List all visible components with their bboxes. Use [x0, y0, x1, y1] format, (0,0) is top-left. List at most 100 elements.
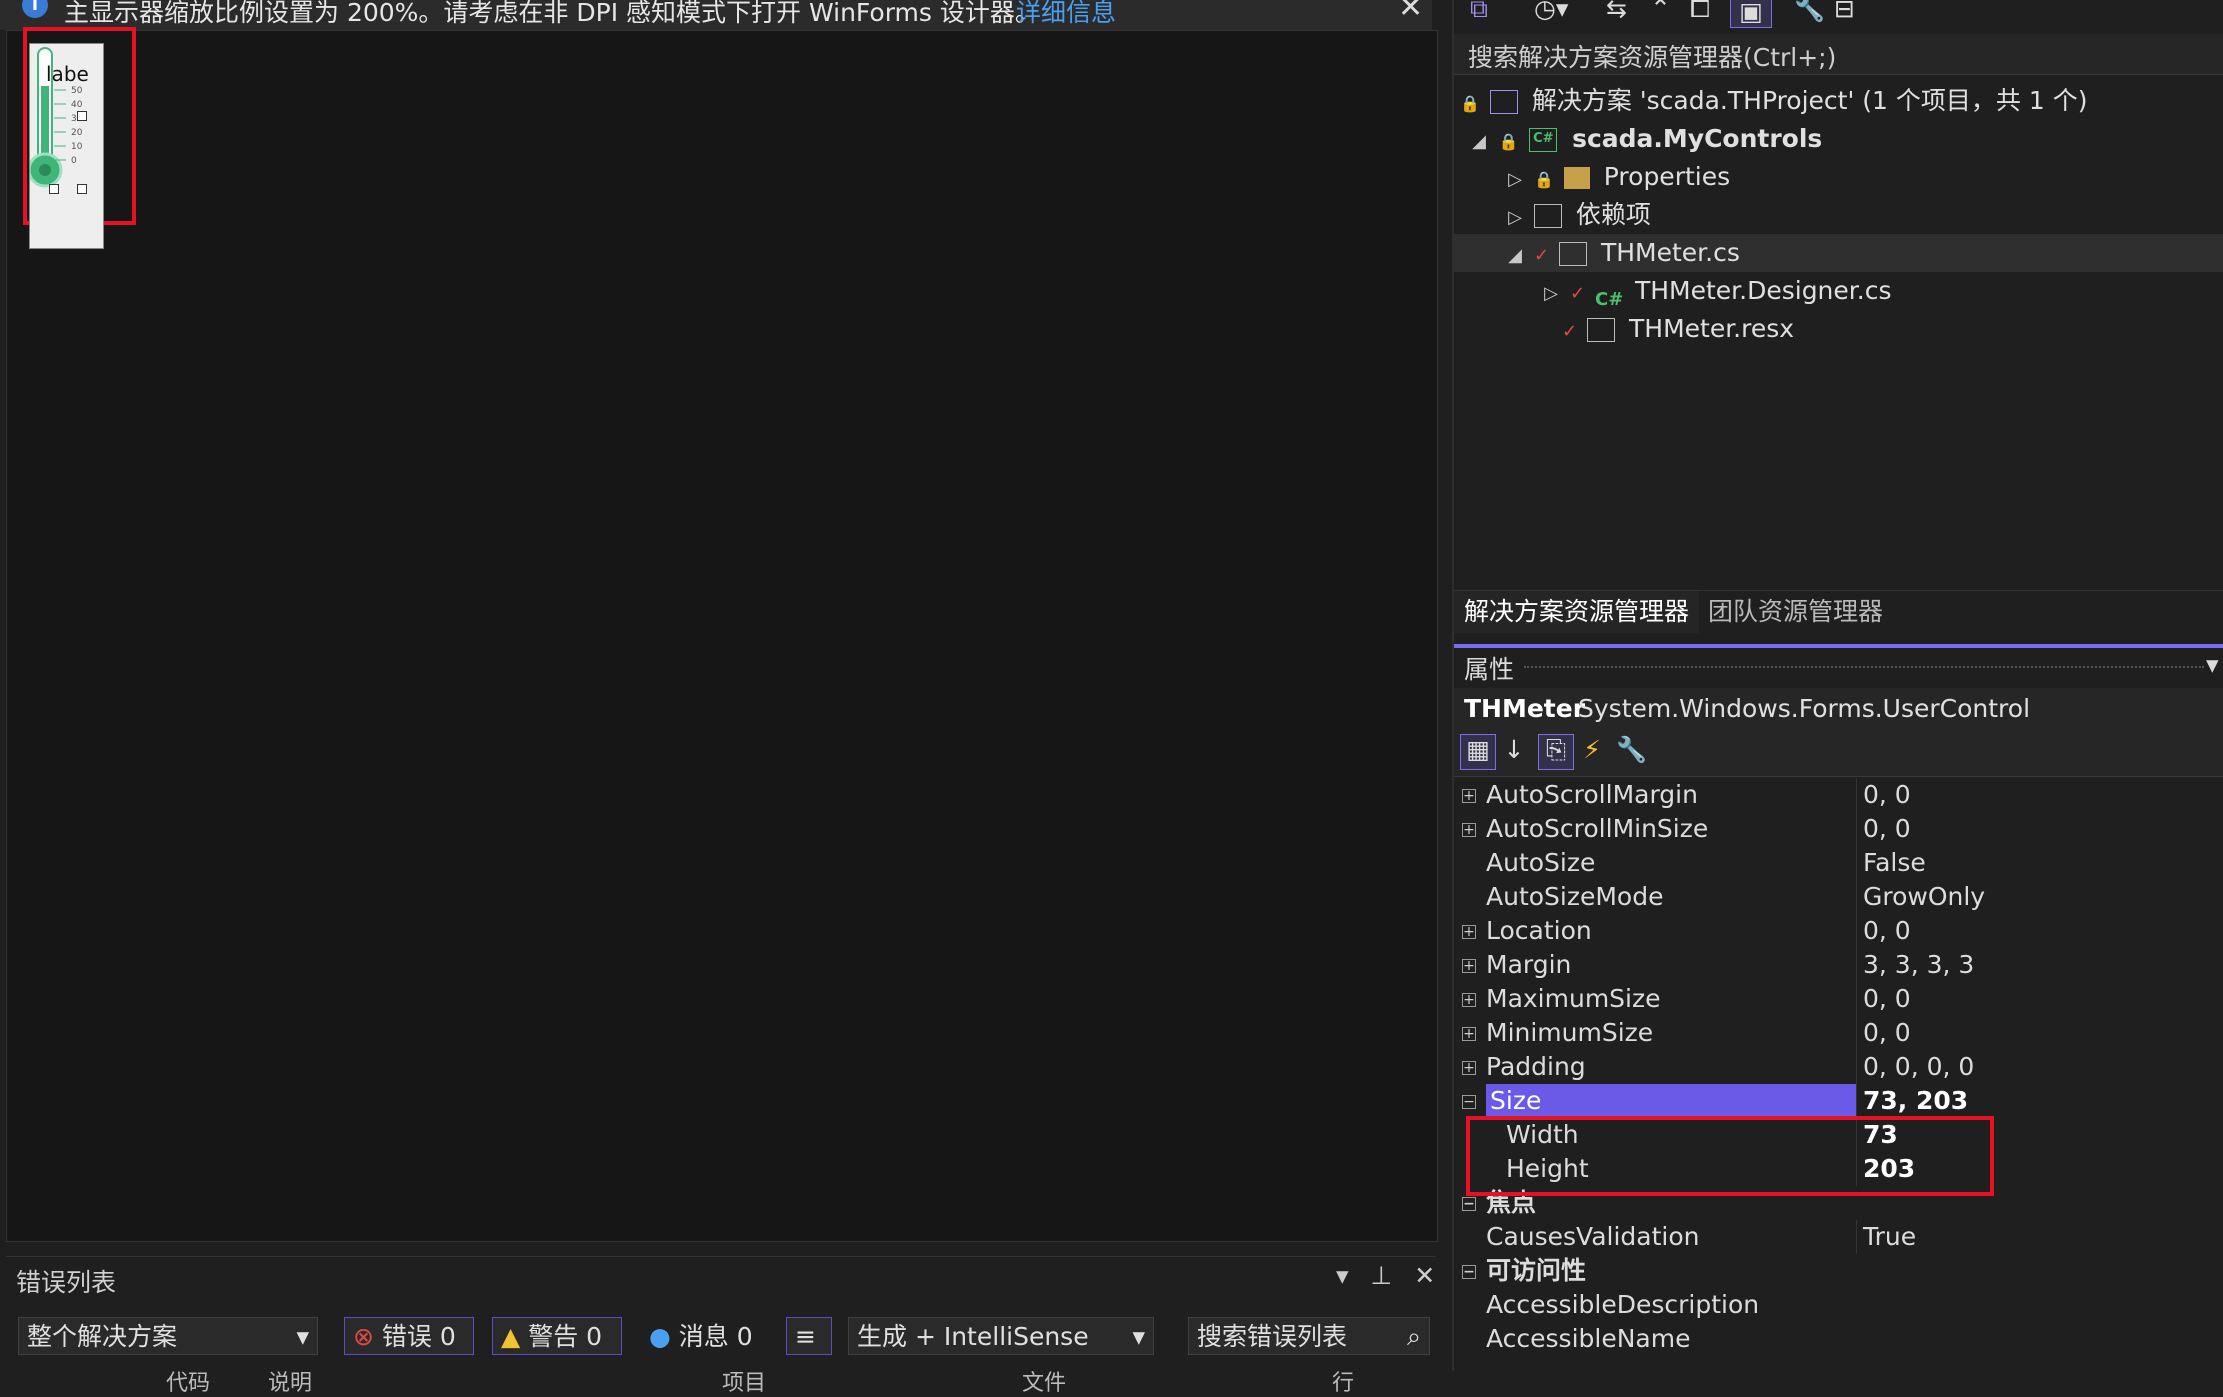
scope-value: 整个解决方案: [27, 1322, 178, 1351]
column-header-project[interactable]: 项目: [722, 1365, 766, 1397]
alphabetical-icon[interactable]: ↓: [1496, 734, 1532, 770]
object-selector[interactable]: THMeter System.Windows.Forms.UserControl: [1454, 688, 2223, 730]
chevron-down-icon[interactable]: ▾: [2206, 650, 2219, 679]
resize-handle-bottom[interactable]: [49, 184, 59, 194]
copy-icon[interactable]: ⧠: [1690, 0, 1710, 24]
expanded-arrow-icon[interactable]: ◢: [1504, 237, 1526, 275]
property-pages-icon[interactable]: 🔧: [1614, 734, 1650, 770]
property-value[interactable]: 0, 0: [1856, 1016, 1911, 1050]
dropdown-icon[interactable]: ▾: [1336, 1261, 1349, 1290]
control-label: labe: [46, 62, 89, 86]
expand-icon[interactable]: +: [1462, 993, 1476, 1007]
solution-search-input[interactable]: 搜索解决方案资源管理器(Ctrl+;): [1454, 34, 2223, 75]
property-value[interactable]: 0, 0, 0, 0: [1856, 1050, 1974, 1084]
property-value[interactable]: 0, 0: [1856, 812, 1911, 846]
property-row[interactable]: CausesValidation True: [1454, 1220, 2223, 1254]
designer-surface[interactable]: labe 50 40 30 20 10 0: [6, 27, 1438, 1242]
property-row[interactable]: + Margin 3, 3, 3, 3: [1454, 948, 2223, 982]
header-grip[interactable]: [1524, 666, 2204, 668]
filter-icon[interactable]: ≡: [786, 1317, 832, 1355]
preview-icon[interactable]: ⊟: [1834, 0, 1855, 23]
tree-item-properties[interactable]: ▷ 🔒 Properties: [1454, 158, 2223, 196]
errors-filter-button[interactable]: ⊗ 错误 0: [344, 1317, 474, 1355]
collapse-icon[interactable]: −: [1462, 1265, 1476, 1279]
property-row[interactable]: + Location 0, 0: [1454, 914, 2223, 948]
expand-icon[interactable]: +: [1462, 925, 1476, 939]
collapsed-arrow-icon[interactable]: ▷: [1504, 199, 1526, 237]
property-row-selected[interactable]: − Size 73, 203: [1454, 1084, 2223, 1118]
collapse-icon[interactable]: −: [1462, 1197, 1476, 1211]
info-message: 主显示器缩放比例设置为 200%。请考虑在非 DPI 感知模式下打开 WinFo…: [64, 0, 1040, 27]
categorized-icon[interactable]: ▦: [1460, 734, 1496, 770]
pin-icon[interactable]: ⊥: [1371, 1261, 1393, 1290]
lock-icon: 🔒: [1533, 170, 1554, 189]
build-filter-dropdown[interactable]: 生成 + IntelliSense ▾: [848, 1317, 1154, 1355]
property-value[interactable]: True: [1856, 1220, 1916, 1254]
property-row[interactable]: + Padding 0, 0, 0, 0: [1454, 1050, 2223, 1084]
show-all-icon[interactable]: ▣: [1730, 0, 1772, 28]
property-row[interactable]: + MinimumSize 0, 0: [1454, 1016, 2223, 1050]
property-row[interactable]: AccessibleName: [1454, 1322, 2223, 1356]
scale-tick: 0: [71, 156, 77, 166]
properties-icon[interactable]: 🔧: [1794, 0, 1825, 24]
column-header-code[interactable]: 代码: [166, 1365, 210, 1397]
tree-item-label: THMeter.cs: [1600, 238, 1740, 267]
column-header-description[interactable]: 说明: [268, 1365, 312, 1397]
error-search-input[interactable]: 搜索错误列表 ⌕: [1188, 1317, 1430, 1355]
warnings-filter-button[interactable]: ▲ 警告 0: [492, 1317, 622, 1355]
messages-filter-button[interactable]: ● 消息 0: [640, 1317, 770, 1355]
search-icon: ⌕: [1406, 1322, 1421, 1351]
property-row[interactable]: AutoSize False: [1454, 846, 2223, 880]
expanded-arrow-icon[interactable]: ◢: [1468, 123, 1490, 161]
vs-icon[interactable]: ⧉: [1470, 0, 1488, 24]
property-row[interactable]: + AutoScrollMinSize 0, 0: [1454, 812, 2223, 846]
property-value[interactable]: 0, 0: [1856, 982, 1911, 1016]
tab-team-explorer[interactable]: 团队资源管理器: [1698, 591, 1893, 633]
expand-icon[interactable]: +: [1462, 959, 1476, 973]
property-value[interactable]: False: [1856, 846, 1926, 880]
properties-view-icon[interactable]: ⎘: [1538, 734, 1574, 770]
tree-item-designer-cs[interactable]: ▷ ✓ C# THMeter.Designer.cs: [1454, 272, 2223, 310]
expand-icon[interactable]: +: [1462, 823, 1476, 837]
details-link[interactable]: 详细信息: [1016, 0, 1116, 29]
tree-item-thmeter-cs[interactable]: ◢ ✓ THMeter.cs: [1454, 234, 2223, 272]
collapsed-arrow-icon[interactable]: ▷: [1504, 161, 1526, 199]
thermometer-control[interactable]: labe 50 40 30 20 10 0: [29, 43, 104, 249]
column-header-line[interactable]: 行: [1332, 1365, 1354, 1397]
property-category[interactable]: − 可访问性: [1454, 1254, 2223, 1288]
tree-item-dependencies[interactable]: ▷ 依赖项: [1454, 196, 2223, 234]
events-icon[interactable]: ⚡: [1574, 734, 1610, 770]
collapse-icon[interactable]: −: [1462, 1095, 1476, 1109]
property-value[interactable]: GrowOnly: [1856, 880, 1985, 914]
tree-item-solution[interactable]: 🔒 解决方案 'scada.THProject' (1 个项目，共 1 个): [1454, 82, 2223, 120]
info-bar: i 主显示器缩放比例设置为 200%。请考虑在非 DPI 感知模式下打开 Win…: [0, 0, 1432, 30]
history-icon[interactable]: ◷▾: [1534, 0, 1568, 23]
property-value[interactable]: 0, 0: [1856, 914, 1911, 948]
collapsed-arrow-icon[interactable]: ▷: [1540, 275, 1562, 313]
property-value[interactable]: 3, 3, 3, 3: [1856, 948, 1974, 982]
property-row[interactable]: + AutoScrollMargin 0, 0: [1454, 778, 2223, 812]
collapse-icon[interactable]: ⌃: [1650, 0, 1671, 23]
property-row[interactable]: + MaximumSize 0, 0: [1454, 982, 2223, 1016]
expand-icon[interactable]: +: [1462, 1061, 1476, 1075]
close-icon[interactable]: ✕: [1414, 1261, 1435, 1290]
tab-solution-explorer[interactable]: 解决方案资源管理器: [1454, 591, 1700, 633]
resize-handle-right[interactable]: [77, 111, 87, 121]
explorer-tabs: 解决方案资源管理器 团队资源管理器: [1454, 590, 2223, 633]
tree-item-resx[interactable]: ✓ THMeter.resx: [1454, 310, 2223, 348]
tree-item-project[interactable]: ◢ 🔒 C# scada.MyControls: [1454, 120, 2223, 158]
solution-icon: [1489, 90, 1518, 114]
resize-handle-corner[interactable]: [77, 184, 87, 194]
property-row[interactable]: AccessibleDescription: [1454, 1288, 2223, 1322]
column-header-file[interactable]: 文件: [1022, 1365, 1066, 1397]
scale-labels: 50 40 30 20 10 0: [71, 84, 82, 168]
property-row[interactable]: AutoSizeMode GrowOnly: [1454, 880, 2223, 914]
expand-icon[interactable]: +: [1462, 789, 1476, 803]
expand-icon[interactable]: +: [1462, 1027, 1476, 1041]
property-name: AccessibleName: [1486, 1324, 1691, 1353]
property-value[interactable]: 73, 203: [1856, 1084, 1968, 1118]
scope-dropdown[interactable]: 整个解决方案 ▾: [18, 1317, 318, 1355]
property-value[interactable]: 0, 0: [1856, 778, 1911, 812]
sync-icon[interactable]: ⇆: [1606, 0, 1627, 23]
close-icon[interactable]: ✕: [1398, 0, 1423, 25]
